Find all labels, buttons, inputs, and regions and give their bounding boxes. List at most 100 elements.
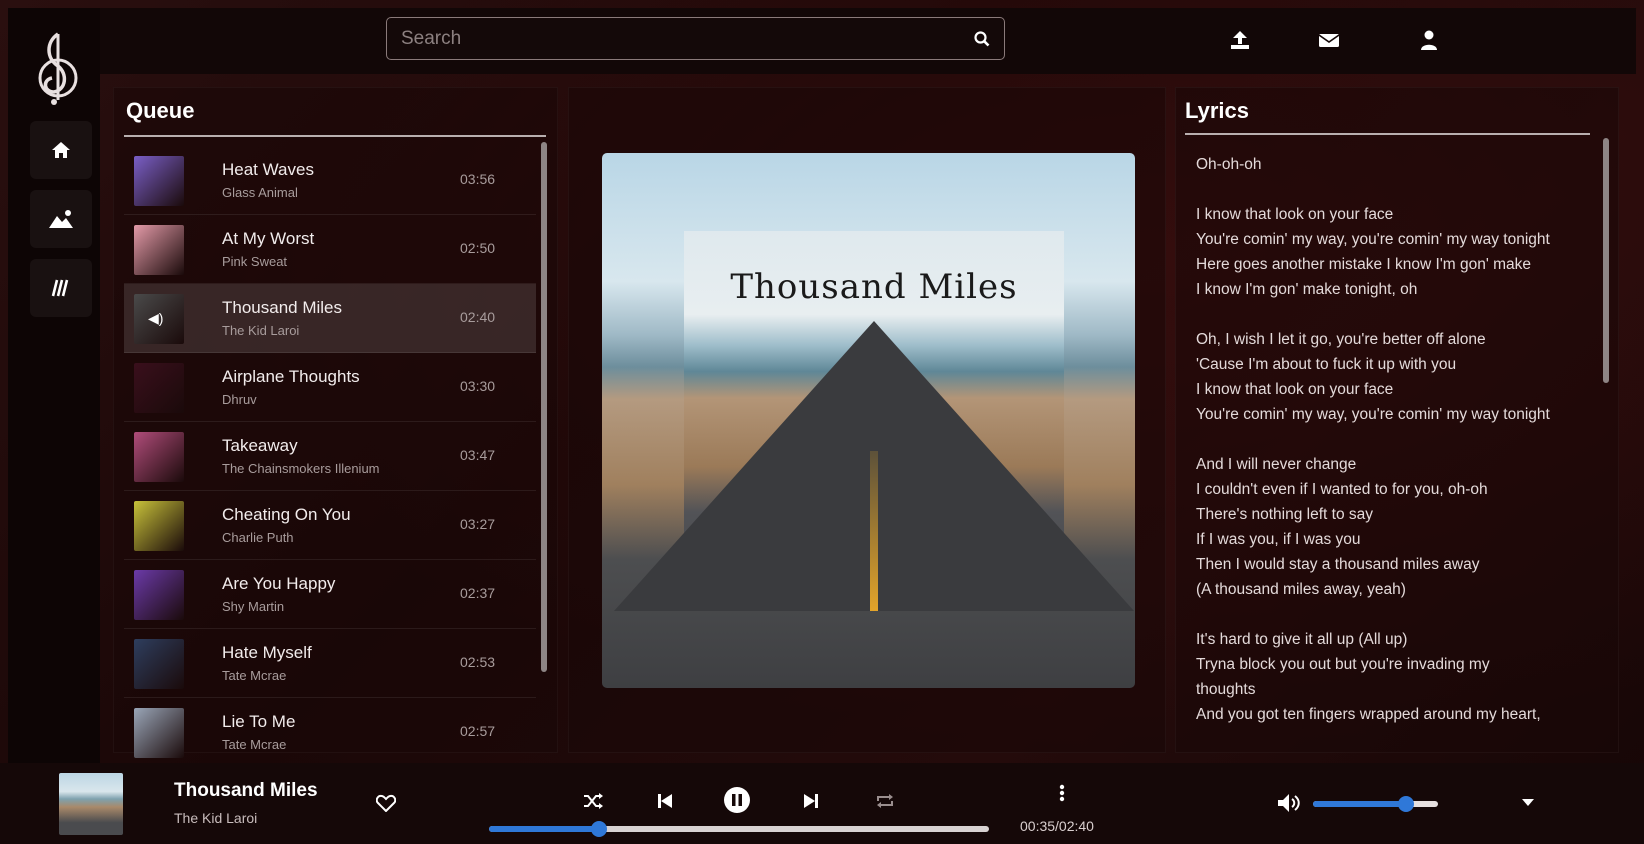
lyric-line: Here goes another mistake I know I'm gon… <box>1196 256 1532 273</box>
lyric-gap <box>1196 177 1591 202</box>
now-playing-thumbnail <box>59 773 123 835</box>
queue-scrollbar[interactable] <box>541 142 547 672</box>
home-icon <box>52 142 70 158</box>
previous-button[interactable] <box>652 789 678 813</box>
track-duration: 03:47 <box>460 447 496 463</box>
now-playing-panel: Thousand Miles <box>568 87 1166 753</box>
caret-down-icon <box>1522 799 1534 806</box>
library-icon <box>51 279 69 297</box>
track-artist: The Chainsmokers Illenium <box>222 461 380 476</box>
lyric-line: You're comin' my way, you're comin' my w… <box>1196 231 1550 248</box>
track-artist: Dhruv <box>222 392 257 407</box>
queue-item[interactable]: Takeaway The Chainsmokers Illenium 03:47 <box>124 422 536 491</box>
queue-item[interactable]: Hate Myself Tate Mcrae 02:53 <box>124 629 536 698</box>
volume-slider[interactable] <box>1313 796 1438 812</box>
track-artist: Pink Sweat <box>222 254 288 269</box>
profile-button[interactable] <box>1417 28 1441 52</box>
like-button[interactable] <box>373 791 399 815</box>
mail-icon <box>1319 34 1339 47</box>
lyric-line: You're comin' my way, you're comin' my w… <box>1196 406 1550 423</box>
lyrics-divider <box>1185 133 1590 135</box>
repeat-button[interactable] <box>872 789 898 813</box>
queue-item[interactable]: Airplane Thoughts Dhruv 03:30 <box>124 353 536 422</box>
volume-handle[interactable] <box>1397 796 1414 812</box>
progress-slider[interactable] <box>489 821 989 837</box>
track-duration: 02:57 <box>460 723 496 739</box>
lyric-gap <box>1196 427 1591 452</box>
track-duration: 02:37 <box>460 585 496 601</box>
search-input[interactable] <box>401 27 974 50</box>
pause-icon <box>724 787 750 813</box>
queue-item[interactable]: Lie To Me Tate Mcrae 02:57 <box>124 698 536 767</box>
next-button[interactable] <box>798 789 824 813</box>
track-title: Cheating On You <box>222 505 351 524</box>
mountain-icon <box>49 210 73 228</box>
album-art: Thousand Miles <box>614 231 1134 611</box>
lyric-line: (A thousand miles away, yeah) <box>1196 581 1406 598</box>
mute-button[interactable] <box>1276 791 1304 815</box>
expand-button[interactable] <box>1518 793 1538 813</box>
track-thumbnail <box>134 708 184 758</box>
now-playing-artist: The Kid Laroi <box>174 810 258 826</box>
lyric-gap <box>1196 602 1591 627</box>
lyric-line: 'Cause I'm about to fuck it up with you <box>1196 356 1457 373</box>
nav-library-button[interactable] <box>30 259 92 317</box>
track-title: Takeaway <box>222 436 298 455</box>
track-title: Thousand Miles <box>222 298 343 317</box>
lyric-line: Oh-oh-oh <box>1196 156 1262 173</box>
lyric-line: I know that look on your face <box>1196 381 1394 398</box>
lyric-line: Then I would stay a thousand miles away <box>1196 556 1480 573</box>
lyrics-panel: Lyrics Oh-oh-oh I know that look on your … <box>1175 87 1619 753</box>
queue-title: Queue <box>126 98 195 123</box>
search-box[interactable] <box>386 17 1005 60</box>
track-title: At My Worst <box>222 229 315 248</box>
lyric-line: And I will never change <box>1196 456 1357 473</box>
queue-item[interactable]: Cheating On You Charlie Puth 03:27 <box>124 491 536 560</box>
queue-divider <box>124 135 546 137</box>
nav-home-button[interactable] <box>30 121 92 179</box>
track-duration: 03:30 <box>460 378 496 394</box>
app-root: Queue Heat Waves Glass Animal 03:56 At My W… <box>0 0 1644 844</box>
track-thumbnail <box>134 432 184 482</box>
nav-explore-button[interactable] <box>30 190 92 248</box>
queue-panel: Queue Heat Waves Glass Animal 03:56 At My W… <box>113 87 558 767</box>
playback-time: 00:35/02:40 <box>1020 818 1094 834</box>
track-thumbnail <box>134 225 184 275</box>
queue-item[interactable]: Are You Happy Shy Martin 02:37 <box>124 560 536 629</box>
progress-handle[interactable] <box>591 821 607 837</box>
upload-button[interactable] <box>1228 28 1252 52</box>
track-title: Airplane Thoughts <box>222 367 360 386</box>
shuffle-button[interactable] <box>580 789 606 813</box>
queue-item[interactable]: Heat Waves Glass Animal 03:56 <box>124 146 536 215</box>
road-line <box>870 451 878 611</box>
skip-back-icon <box>658 794 672 808</box>
queue-item[interactable]: Thousand Miles The Kid Laroi 02:40 ◀) <box>124 284 536 353</box>
search-icon[interactable] <box>974 30 990 47</box>
track-duration: 02:50 <box>460 240 496 256</box>
lyric-line: Tryna block you out but you're invading … <box>1196 656 1490 673</box>
track-duration: 02:40 <box>460 309 496 325</box>
volume-icon <box>1278 794 1300 812</box>
lyric-line: There's nothing left to say <box>1196 506 1374 523</box>
track-duration: 02:53 <box>460 654 496 670</box>
track-artist: Charlie Puth <box>222 530 294 545</box>
track-title: Are You Happy <box>222 574 336 593</box>
skip-forward-icon <box>804 794 818 808</box>
lyrics-title: Lyrics <box>1185 98 1250 123</box>
treble-clef-logo[interactable] <box>28 28 84 108</box>
player-bar: Thousand Miles The Kid Laroi 00:35/02:40 <box>0 763 1644 844</box>
more-options-button[interactable] <box>1052 781 1072 805</box>
album-cover: Thousand Miles <box>602 153 1135 688</box>
lyric-gap <box>1196 302 1591 327</box>
track-thumbnail <box>134 363 184 413</box>
lyric-line: If I was you, if I was you <box>1196 531 1361 548</box>
queue-item[interactable]: At My Worst Pink Sweat 02:50 <box>124 215 536 284</box>
lyric-line: thoughts <box>1196 681 1256 698</box>
play-pause-button[interactable] <box>722 785 752 815</box>
upload-icon <box>1231 31 1249 49</box>
mail-button[interactable] <box>1317 28 1341 52</box>
more-vertical-icon <box>1059 784 1065 802</box>
lyrics-scrollbar[interactable] <box>1603 138 1609 383</box>
track-artist: Glass Animal <box>222 185 298 200</box>
album-art-title: Thousand Miles <box>730 267 1018 307</box>
